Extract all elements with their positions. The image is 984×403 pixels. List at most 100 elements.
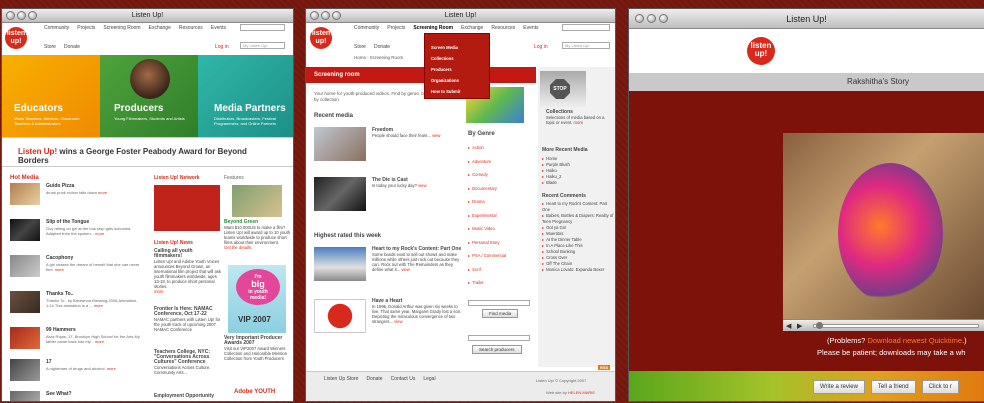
dropdown-producers[interactable]: Producers [431,64,483,75]
collections-image[interactable]: STOP [540,71,586,107]
media-thumbnail[interactable] [314,127,366,161]
listen-up-logo[interactable]: listen up! [5,27,27,49]
hot-media-item[interactable]: 99 Hammers Alvis Rojas, 17, Brooklyn High… [10,327,145,357]
progress-track[interactable] [813,324,979,328]
footer-store-link[interactable]: Listen Up Store [324,376,358,382]
vip-badge[interactable]: i'm big in youth media! VIP 2007 [228,265,286,333]
media-item[interactable]: The Die is Cast Is today your lucky day? … [372,177,462,189]
login-link[interactable]: Log in [534,44,548,50]
my-listen-up-select[interactable]: My Listen Up! [562,42,610,49]
genre-link[interactable]: ▸ Sci-fi [468,263,506,277]
quicktime-link[interactable]: Download newest Quicktime [867,336,962,345]
world-map[interactable] [154,185,220,231]
genre-link[interactable]: ▸ Documentary [468,182,506,196]
hot-media-item[interactable]: See What? [10,391,145,401]
nav-projects[interactable]: Projects [77,25,95,31]
news-item[interactable]: Calling all youth filmmakers! Listen Up! … [154,249,222,295]
media-title[interactable]: Slip of the Tongue [46,219,89,225]
nav-exchange[interactable]: Exchange [149,25,171,31]
feature-photo[interactable] [232,185,282,217]
volume-icon[interactable]: ◀ [786,322,791,330]
media-title[interactable]: 17 [46,359,52,365]
donate-link[interactable]: Donate [64,44,80,50]
media-thumbnail[interactable] [314,177,366,211]
nav-resources[interactable]: Resources [491,25,515,31]
genre-link[interactable]: ▸ Action [468,141,506,155]
play-icon[interactable]: ▶ [797,322,802,330]
news-item[interactable]: Frontier Is Here: NAMAC Conference, Oct … [154,307,222,333]
media-title[interactable]: Cacophony [46,255,73,261]
search-producers-button[interactable]: Search producers [472,345,522,354]
feature-item[interactable]: Very Important Producer Awards 2007 Visit… [224,336,292,362]
media-thumbnail[interactable] [10,391,40,401]
video-player[interactable] [783,133,984,319]
comment-link[interactable]: ▸ Monica Lovato: Expanda Boxer [542,267,614,273]
dropdown-collections[interactable]: Collections [431,53,483,64]
media-partners-tile[interactable]: Media Partners Distributors, Broadcaster… [198,55,293,137]
feature-item[interactable]: Beyond Green Want $10,000US to make a fil… [224,220,292,251]
nav-projects[interactable]: Projects [387,25,405,31]
media-thumbnail[interactable] [10,255,40,277]
footer-contact-link[interactable]: Contact Us [391,376,416,382]
media-thumbnail[interactable] [10,359,40,381]
close-button[interactable] [310,11,319,20]
media-title[interactable]: 99 Hammers [46,327,76,333]
producer-search-input[interactable] [468,335,530,341]
nav-events[interactable]: Events [523,25,538,31]
footer-donate-link[interactable]: Donate [366,376,382,382]
nav-screening-room[interactable]: Screening Room [413,25,453,31]
media-title[interactable]: Thanks To.. [46,291,73,297]
nav-exchange[interactable]: Exchange [461,25,483,31]
hot-media-item[interactable]: Cacophony A girl chases the dream of hers… [10,255,145,285]
media-title[interactable]: See What? [46,391,72,397]
login-link[interactable]: Log in [215,44,229,50]
media-title[interactable]: Guido Pizza [46,183,74,189]
media-thumbnail[interactable] [314,247,366,281]
search-input[interactable] [562,24,610,31]
store-link[interactable]: Store [354,44,366,50]
dropdown-organizations[interactable]: Organizations [431,75,483,86]
my-listen-up-select[interactable]: My Listen Up! [240,42,285,49]
zoom-button[interactable] [332,11,341,20]
store-link[interactable]: Store [44,44,56,50]
genre-link[interactable]: ▸ PSA / Commercial [468,249,506,263]
news-item[interactable]: Employment Opportunity [154,393,222,399]
dropdown-screen-media[interactable]: Screen Media [431,42,483,53]
nav-community[interactable]: Community [354,25,379,31]
close-button[interactable] [635,14,644,23]
collections-block[interactable]: Collections Selections of media based on … [546,110,612,126]
genre-link[interactable]: ▸ Personal Story [468,236,506,250]
nav-resources[interactable]: Resources [179,25,203,31]
comment-link[interactable]: ▸ Babies, Bottles & Diapers: Reality of T… [542,213,614,225]
minimize-button[interactable] [17,11,26,20]
media-item[interactable]: Freedom People should face their fears...… [372,127,462,139]
donate-link[interactable]: Donate [374,44,390,50]
media-thumbnail[interactable] [10,219,40,241]
rss-badge[interactable]: RSS [598,365,611,370]
zoom-button[interactable] [28,11,37,20]
click-to-rate-button[interactable]: Click to r [921,380,959,394]
zoom-button[interactable] [659,14,668,23]
hot-media-item[interactable]: Slip of the Tongue Guy hitting on girl at… [10,219,145,249]
genre-link[interactable]: ▸ Trailer [468,276,506,290]
media-thumbnail[interactable] [10,291,40,313]
find-media-input[interactable] [468,300,530,306]
genre-link[interactable]: ▸ Comedy [468,168,506,182]
find-media-button[interactable]: Find media [482,309,519,318]
media-thumbnail[interactable] [10,183,40,205]
search-input[interactable] [240,24,285,31]
genre-link[interactable]: ▸ Music Video [468,222,506,236]
genre-link[interactable]: ▸ Adventure [468,155,506,169]
listen-up-logo[interactable]: listen up! [747,37,775,65]
comment-link[interactable]: ▸ Heart to my Rock's Content: Part One [542,201,614,213]
write-review-button[interactable]: Write a review [813,380,865,394]
producers-tile[interactable]: Producers Young Filmmakers, Students and… [100,55,198,137]
media-item[interactable]: Heart to my Rock's Content: Part One Some… [372,247,462,273]
media-thumbnail[interactable] [314,299,366,333]
minimize-button[interactable] [321,11,330,20]
nav-community[interactable]: Community [44,25,69,31]
playhead[interactable] [816,322,823,329]
nav-screening-room[interactable]: Screening Room [103,25,140,31]
minimize-button[interactable] [647,14,656,23]
hot-media-item[interactable]: 17 A nightmare of drugs and alcohol. more [10,359,145,389]
